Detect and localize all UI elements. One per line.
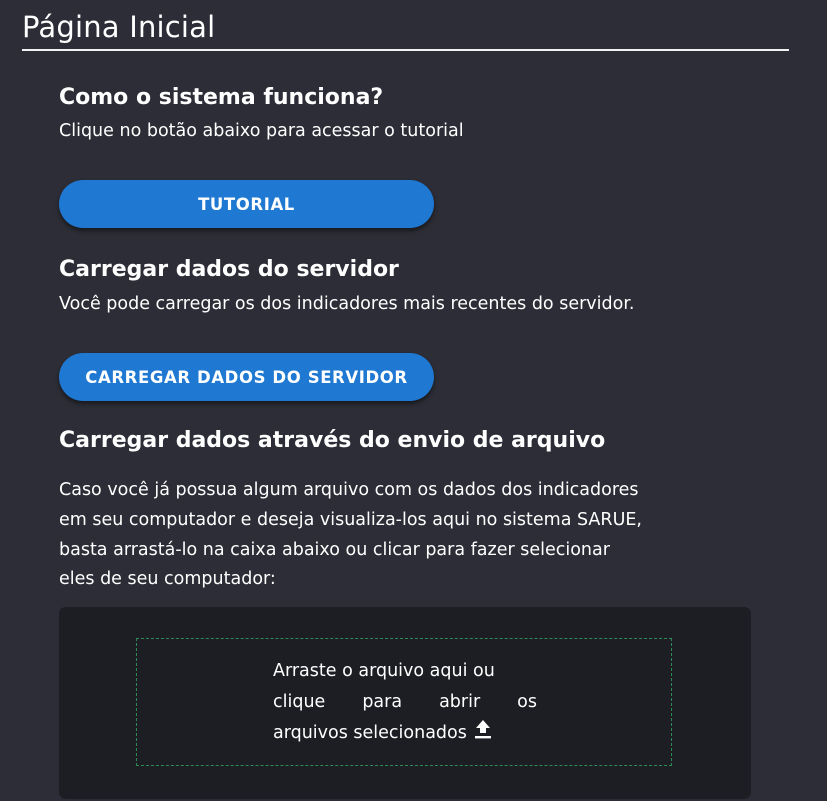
dropzone-line-1: Arraste o arquivo aqui ou bbox=[273, 661, 495, 681]
dropzone-line-3: arquivos selecionados bbox=[273, 718, 537, 751]
tutorial-button-label: TUTORIAL bbox=[198, 194, 295, 214]
upload-icon bbox=[473, 718, 493, 751]
dropzone-line-3-text: arquivos selecionados bbox=[273, 723, 467, 743]
dropzone-text: Arraste o arquivo aqui ou clique para ab… bbox=[273, 656, 537, 751]
page-title: Página Inicial bbox=[22, 10, 216, 44]
tutorial-description: Clique no botão abaixo para acessar o tu… bbox=[59, 121, 464, 141]
server-description: Você pode carregar os dos indicadores ma… bbox=[59, 294, 635, 314]
load-server-data-button-label: CARREGAR DADOS DO SERVIDOR bbox=[85, 367, 408, 387]
server-heading: Carregar dados do servidor bbox=[59, 257, 399, 282]
upload-description-line-1: Caso você já possua algum arquivo com os… bbox=[59, 480, 639, 500]
upload-description-line-4: eles de seu computador: bbox=[59, 569, 276, 589]
dropzone-word: para bbox=[362, 692, 403, 712]
upload-panel: Arraste o arquivo aqui ou clique para ab… bbox=[59, 607, 751, 799]
dropzone-word: abrir bbox=[439, 692, 481, 712]
dropzone-word: clique bbox=[273, 692, 326, 712]
load-server-data-button[interactable]: CARREGAR DADOS DO SERVIDOR bbox=[59, 353, 434, 401]
tutorial-heading: Como o sistema funciona? bbox=[59, 85, 384, 110]
upload-heading: Carregar dados através do envio de arqui… bbox=[59, 428, 606, 453]
dropzone-line-2: clique para abrir os bbox=[273, 687, 537, 718]
file-dropzone[interactable]: Arraste o arquivo aqui ou clique para ab… bbox=[136, 638, 672, 766]
dropzone-word: os bbox=[517, 692, 537, 712]
upload-description-line-3: basta arrastá-lo na caixa abaixo ou clic… bbox=[59, 540, 610, 560]
title-divider bbox=[22, 49, 789, 51]
tutorial-button[interactable]: TUTORIAL bbox=[59, 180, 434, 228]
upload-description-line-2: em seu computador e deseja visualiza-los… bbox=[59, 510, 642, 530]
home-page: Página Inicial Como o sistema funciona? … bbox=[0, 0, 827, 801]
